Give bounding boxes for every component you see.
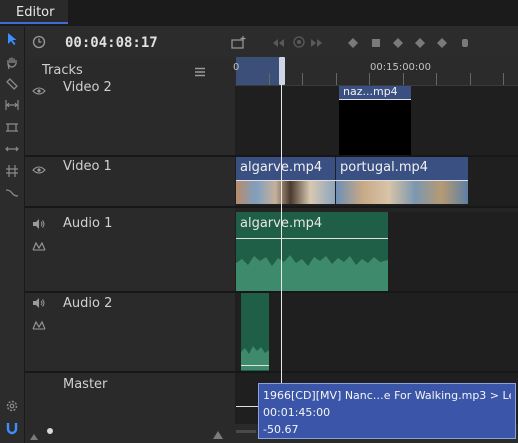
waveform-toggle-icon[interactable] xyxy=(32,319,46,334)
ruler-tick xyxy=(403,73,404,85)
playhead-handle[interactable] xyxy=(279,57,285,85)
track-name-audio-2-text: Audio 2 xyxy=(63,296,113,311)
keyframe-diamond-icon[interactable] xyxy=(347,37,359,51)
track-name-audio-2: Audio 2 xyxy=(63,296,112,311)
clock-icon xyxy=(32,35,46,52)
snap-magnet-icon[interactable] xyxy=(2,419,22,437)
razor-tool-icon[interactable] xyxy=(2,75,22,93)
slip-tool-icon[interactable] xyxy=(2,118,22,136)
clip-level-line xyxy=(236,238,388,239)
tab-editor[interactable]: Editor xyxy=(0,0,68,24)
track-name-video-2: Video 2 xyxy=(63,80,112,95)
add-marker-icon[interactable] xyxy=(293,36,305,51)
zoom-in-icon[interactable] xyxy=(213,428,223,442)
keyframe-prev-icon[interactable] xyxy=(392,37,404,51)
tooltip-time: 00:01:45:00 xyxy=(263,406,331,419)
curve-tool-icon[interactable] xyxy=(2,184,22,202)
ruler-tick xyxy=(503,73,504,85)
track-name-master: Master xyxy=(63,377,108,392)
ruler-tick xyxy=(470,73,471,85)
speaker-icon[interactable] xyxy=(32,218,46,233)
algarve-thumbnail xyxy=(236,181,335,204)
master-level-line xyxy=(236,406,260,407)
audio1-waveform xyxy=(236,241,388,294)
track-name-video-1: Video 1 xyxy=(63,159,112,174)
video1-clip-algarve[interactable]: algarve.mp4 xyxy=(236,157,335,180)
keyframe-remove-icon[interactable] xyxy=(460,37,470,51)
keyframe-add-icon[interactable] xyxy=(414,37,426,51)
clip-level-line xyxy=(241,365,269,366)
ruler-tick xyxy=(302,73,303,85)
timecode-display: 00:04:08:17 xyxy=(65,35,158,51)
hand-tool-icon[interactable] xyxy=(2,54,22,72)
video1-clip-portugal[interactable]: portugal.mp4 xyxy=(336,157,468,180)
prev-marker-icon[interactable] xyxy=(271,37,285,51)
track-headers xyxy=(25,57,235,443)
track-separator xyxy=(25,206,518,208)
tracks-label: Tracks xyxy=(42,63,83,78)
audio2-waveform xyxy=(241,340,269,373)
add-track-icon[interactable] xyxy=(231,35,247,52)
tab-bar xyxy=(0,0,518,27)
keyframe-next-icon[interactable] xyxy=(436,37,448,51)
ruler-mark-label: 00:15:00:00 xyxy=(370,62,432,73)
next-marker-icon[interactable] xyxy=(310,37,324,51)
pointer-tool-icon[interactable] xyxy=(2,30,22,48)
visibility-eye-icon[interactable] xyxy=(32,163,46,177)
horizontal-scroll-thumb[interactable] xyxy=(236,430,256,433)
video2-clip[interactable]: naz...mp4 xyxy=(339,86,411,99)
clip-level-line xyxy=(339,99,411,100)
ruler-tick xyxy=(269,73,270,85)
stretch-tool-icon[interactable] xyxy=(2,140,22,158)
tooltip-clip-level: 1966[CD][MV] Nanc…e For Walking.mp3 > Le… xyxy=(263,389,511,402)
zoom-out-icon[interactable] xyxy=(30,429,38,443)
track-name-audio-1: Audio 1 xyxy=(63,216,113,231)
ruler-start-label: 0 xyxy=(233,62,240,73)
playhead-line[interactable] xyxy=(281,57,282,410)
ripple-tool-icon[interactable] xyxy=(2,96,22,114)
lane-audio-2[interactable] xyxy=(235,293,518,371)
selection-range[interactable] xyxy=(236,57,283,85)
video2-clip-thumbnail xyxy=(339,99,411,155)
tooltip-value: -50.67 xyxy=(263,423,299,436)
keyframe-stop-icon[interactable] xyxy=(371,37,381,51)
roll-tool-icon[interactable] xyxy=(2,162,22,180)
tracks-menu-icon[interactable] xyxy=(194,66,206,80)
visibility-eye-icon[interactable] xyxy=(32,84,46,98)
ruler-tick xyxy=(369,73,370,85)
portugal-thumbnail xyxy=(336,181,468,204)
speaker-icon[interactable] xyxy=(32,297,46,312)
level-tooltip: 1966[CD][MV] Nanc…e For Walking.mp3 > Le… xyxy=(258,383,516,439)
ruler-tick xyxy=(336,73,337,85)
ruler-tick xyxy=(436,73,437,85)
zoom-slider-knob[interactable] xyxy=(47,428,53,434)
waveform-toggle-icon[interactable] xyxy=(32,240,46,255)
settings-gear-icon[interactable] xyxy=(2,397,22,415)
